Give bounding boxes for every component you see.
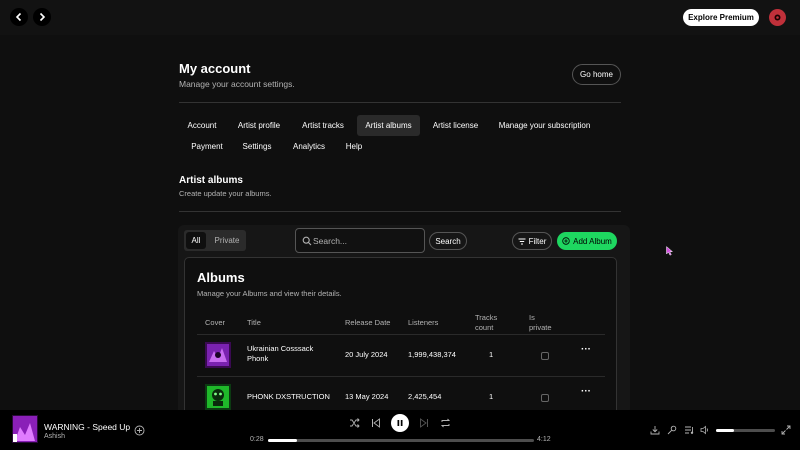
plus-circle-icon <box>562 237 570 245</box>
progress-bar[interactable] <box>268 439 534 442</box>
shuffle-icon <box>349 418 360 428</box>
volume-slider[interactable] <box>716 429 775 432</box>
more-options-button[interactable]: ··· <box>581 386 591 397</box>
pause-button[interactable] <box>391 414 409 432</box>
skip-back-icon <box>372 418 380 428</box>
chevron-right-icon <box>39 12 46 22</box>
album-title: PHONK DXSTRUCTION <box>247 392 330 401</box>
page-title: My account <box>179 61 251 76</box>
filter-label: Filter <box>528 236 547 246</box>
add-to-library-button[interactable] <box>133 424 145 436</box>
top-bar: Explore Premium <box>0 0 800 35</box>
more-options-button[interactable]: ··· <box>581 344 591 355</box>
is-private-checkbox[interactable] <box>541 394 549 402</box>
tab-manage-subscription[interactable]: Manage your subscription <box>494 115 595 136</box>
divider <box>179 211 621 212</box>
previous-button[interactable] <box>370 417 382 429</box>
tab-artist-profile[interactable]: Artist profile <box>232 115 286 136</box>
albums-title: Albums <box>197 270 245 285</box>
album-cover <box>205 384 231 410</box>
search-input[interactable] <box>313 233 421 249</box>
is-private-checkbox[interactable] <box>541 352 549 360</box>
tab-analytics[interactable]: Analytics <box>287 136 331 157</box>
queue-icon <box>684 426 693 434</box>
filter-button[interactable]: Filter <box>512 232 552 250</box>
album-release-date: 13 May 2024 <box>345 392 389 401</box>
column-listeners: Listeners <box>408 318 439 327</box>
album-listeners: 1,999,438,374 <box>408 350 456 359</box>
explore-premium-button[interactable]: Explore Premium <box>683 9 759 26</box>
album-tracks-count: 1 <box>489 392 494 401</box>
next-button[interactable] <box>418 417 430 429</box>
duration-time: 4:12 <box>537 436 551 443</box>
volume-icon <box>700 425 708 435</box>
forward-button[interactable] <box>33 8 51 26</box>
fullscreen-icon <box>781 425 791 435</box>
volume-fill <box>716 429 734 432</box>
section-subtitle: Create update your albums. <box>179 189 272 198</box>
progress-fill <box>268 439 298 442</box>
section-title: Artist albums <box>179 175 243 186</box>
toggle-all[interactable]: All <box>186 232 206 249</box>
albums-subtitle: Manage your Albums and view their detail… <box>197 289 342 298</box>
row-divider <box>197 376 605 377</box>
mouse-cursor-icon <box>666 246 674 256</box>
column-is-private: Is private <box>529 313 552 332</box>
tab-artist-albums[interactable]: Artist albums <box>357 115 420 136</box>
column-title: Title <box>247 318 261 327</box>
user-avatar-icon[interactable] <box>769 9 786 26</box>
tab-artist-license[interactable]: Artist license <box>428 115 483 136</box>
page-subtitle: Manage your account settings. <box>179 79 295 89</box>
album-release-date: 20 July 2024 <box>345 350 388 359</box>
search-button[interactable]: Search <box>429 232 467 250</box>
skip-forward-icon <box>420 418 428 428</box>
add-album-label: Add Album <box>573 236 612 246</box>
tab-account[interactable]: Account <box>180 115 224 136</box>
microphone-button[interactable] <box>666 424 678 436</box>
download-icon <box>650 426 660 435</box>
volume-button[interactable] <box>699 424 711 436</box>
go-home-button[interactable]: Go home <box>572 64 621 85</box>
pause-icon <box>397 420 403 426</box>
now-playing-cover <box>12 415 38 443</box>
album-listeners: 2,425,454 <box>408 392 442 401</box>
repeat-button[interactable] <box>439 417 451 429</box>
tab-help[interactable]: Help <box>340 136 368 157</box>
add-album-button[interactable]: Add Album <box>557 232 617 250</box>
shuffle-button[interactable] <box>348 417 360 429</box>
player-bar: WARNING - Speed Up Ashish 0:28 4:12 <box>0 410 800 450</box>
tab-artist-tracks[interactable]: Artist tracks <box>296 115 350 136</box>
filter-icon <box>518 238 526 244</box>
chevron-left-icon <box>15 12 22 22</box>
album-cover <box>205 342 231 368</box>
tab-settings[interactable]: Settings <box>237 136 277 157</box>
search-field[interactable] <box>295 228 425 253</box>
row-divider <box>197 334 605 335</box>
column-cover: Cover <box>205 318 226 327</box>
plus-circle-icon <box>134 425 144 435</box>
albums-card: Albums Manage your Albums and view their… <box>184 257 617 410</box>
microphone-icon <box>667 425 677 435</box>
fullscreen-button[interactable] <box>780 424 792 436</box>
download-button[interactable] <box>649 424 661 436</box>
toggle-private[interactable]: Private <box>210 232 244 249</box>
now-playing-artist[interactable]: Ashish <box>44 433 65 440</box>
repeat-icon <box>440 418 450 428</box>
divider <box>179 102 621 103</box>
column-tracks-count: Tracks count <box>475 313 498 332</box>
visibility-toggle: All Private <box>184 230 246 251</box>
album-tracks-count: 1 <box>489 350 494 359</box>
search-icon <box>302 236 312 246</box>
elapsed-time: 0:28 <box>250 436 264 443</box>
back-button[interactable] <box>10 8 28 26</box>
main-content: My account Manage your account settings.… <box>0 35 800 410</box>
now-playing-title[interactable]: WARNING - Speed Up <box>44 422 130 432</box>
queue-button[interactable] <box>683 424 695 436</box>
column-release-date: Release Date <box>345 318 391 327</box>
album-title: Ukrainian Cosssack Phonk <box>247 344 314 363</box>
tab-payment[interactable]: Payment <box>187 136 227 157</box>
